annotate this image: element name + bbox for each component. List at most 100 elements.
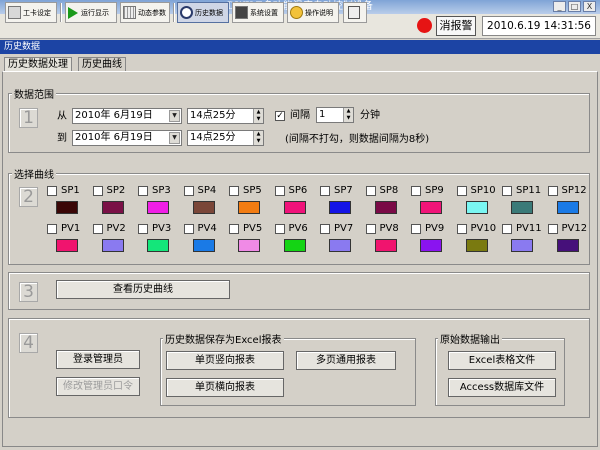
- close-button[interactable]: X: [583, 1, 596, 12]
- pv-checkbox[interactable]: [547, 224, 558, 234]
- sp-checkbox[interactable]: [320, 186, 330, 196]
- excel-file-button[interactable]: Excel表格文件: [448, 351, 556, 370]
- sp-color-swatch[interactable]: [374, 201, 397, 214]
- sp-color-swatch[interactable]: [147, 201, 169, 214]
- calculator-icon: [8, 6, 21, 19]
- pv-checkbox[interactable]: [411, 224, 421, 234]
- pv-checkbox[interactable]: [365, 224, 376, 234]
- chevron-down-icon[interactable]: ▼: [169, 110, 180, 122]
- multi-page-report-button[interactable]: 多页通用报表: [296, 351, 396, 370]
- maximize-button[interactable]: □: [568, 1, 581, 12]
- print-button[interactable]: [343, 2, 367, 23]
- pv-color-swatch[interactable]: [101, 239, 124, 252]
- pv-checkbox[interactable]: [229, 224, 239, 234]
- sp-color-swatch[interactable]: [511, 201, 533, 214]
- view-history-curve-button[interactable]: 查看历史曲线: [56, 280, 230, 299]
- pv-color-swatch[interactable]: [511, 239, 533, 252]
- clear-alarm-button[interactable]: 消报警: [436, 16, 476, 36]
- pv-label: PV6: [288, 223, 308, 234]
- pv-color-swatch[interactable]: [147, 239, 169, 252]
- pv-label: PV5: [243, 223, 263, 234]
- toolbar-card-settings-button[interactable]: 工卡设定: [5, 2, 57, 23]
- step-number-4: 4: [19, 333, 38, 353]
- sp-label: SP6: [288, 185, 308, 196]
- single-page-horizontal-button[interactable]: 单页横向报表: [166, 378, 284, 397]
- step-number-3: 3: [19, 282, 38, 302]
- sp-checkbox[interactable]: [456, 186, 467, 196]
- interval-spinner[interactable]: 1 ▲ ▼: [316, 107, 354, 123]
- sp-color-swatch[interactable]: [283, 201, 306, 214]
- pv-label: PV12: [561, 223, 588, 234]
- sp-label: SP9: [425, 185, 444, 196]
- time-spinner-icon[interactable]: ▲ ▼: [253, 109, 263, 123]
- sp-label: SP12: [561, 185, 587, 196]
- pv-checkbox[interactable]: [47, 224, 57, 234]
- toolbar-label: 系统设置: [250, 8, 278, 17]
- pv-color-swatch[interactable]: [329, 239, 351, 252]
- sp-checkbox[interactable]: [547, 186, 558, 196]
- time-spinner-icon[interactable]: ▲ ▼: [253, 131, 263, 145]
- help-icon: [290, 6, 303, 19]
- toolbar-system-settings-button[interactable]: 系统设置: [232, 2, 284, 23]
- change-admin-password-button[interactable]: 修改管理员口令: [56, 377, 140, 396]
- minimize-button[interactable]: _: [553, 1, 566, 12]
- interval-checkbox[interactable]: ✓: [275, 111, 285, 121]
- sp-checkbox[interactable]: [138, 186, 148, 196]
- interval-note: (间隔不打勾，则数据间隔为8秒): [285, 134, 430, 145]
- chevron-down-icon[interactable]: ▼: [169, 132, 180, 144]
- sp-checkbox[interactable]: [92, 186, 103, 196]
- pv-color-swatch[interactable]: [192, 239, 215, 252]
- toolbar-run-display-button[interactable]: 运行显示: [65, 2, 117, 23]
- interval-label: 间隔: [290, 110, 310, 121]
- login-admin-button[interactable]: 登录管理员: [56, 350, 140, 369]
- sp-checkbox[interactable]: [411, 186, 421, 196]
- sp-checkbox[interactable]: [502, 186, 512, 196]
- sp-color-swatch[interactable]: [420, 201, 442, 214]
- from-date-picker[interactable]: 2010年 6月19日 ▼: [72, 108, 182, 124]
- pv-color-swatch[interactable]: [238, 239, 260, 252]
- sp-color-swatch[interactable]: [56, 201, 78, 214]
- pv-color-swatch[interactable]: [556, 239, 579, 252]
- sp-color-swatch[interactable]: [329, 201, 351, 214]
- pv-checkbox[interactable]: [274, 224, 285, 234]
- pv-color-swatch[interactable]: [465, 239, 488, 252]
- sp-checkbox[interactable]: [365, 186, 376, 196]
- sp-color-swatch[interactable]: [192, 201, 215, 214]
- single-page-vertical-button[interactable]: 单页竖向报表: [166, 351, 284, 370]
- pv-color-swatch[interactable]: [283, 239, 306, 252]
- pv-checkbox[interactable]: [138, 224, 148, 234]
- sp-checkbox[interactable]: [229, 186, 239, 196]
- sp-color-swatch[interactable]: [101, 201, 124, 214]
- play-icon: [68, 6, 78, 19]
- dialog-title: 历史数据: [0, 40, 600, 54]
- pv-color-swatch[interactable]: [420, 239, 442, 252]
- sp-color-swatch[interactable]: [556, 201, 579, 214]
- sp-label: SP5: [243, 185, 262, 196]
- sp-color-swatch[interactable]: [465, 201, 488, 214]
- pv-color-swatch[interactable]: [374, 239, 397, 252]
- tools-icon: [235, 6, 248, 19]
- pv-checkbox[interactable]: [320, 224, 330, 234]
- toolbar-help-button[interactable]: 操作说明: [287, 2, 339, 23]
- tab-history-curve[interactable]: 历史曲线: [78, 57, 126, 71]
- toolbar-dynamic-params-button[interactable]: 动态参数: [120, 2, 170, 23]
- sp-checkbox[interactable]: [47, 186, 57, 196]
- toolbar-label: 运行显示: [81, 8, 109, 17]
- pv-checkbox[interactable]: [502, 224, 512, 234]
- toolbar-history-data-button[interactable]: 历史数据: [177, 2, 229, 23]
- raw-data-legend: 原始数据输出: [438, 331, 502, 346]
- toolbar-label: 操作说明: [305, 8, 333, 17]
- sp-checkbox[interactable]: [183, 186, 194, 196]
- pv-color-swatch[interactable]: [56, 239, 78, 252]
- tab-history-processing[interactable]: 历史数据处理: [4, 57, 72, 71]
- access-file-button[interactable]: Access数据库文件: [448, 378, 556, 397]
- sp-color-swatch[interactable]: [238, 201, 260, 214]
- spinner-arrows-icon[interactable]: ▲ ▼: [343, 108, 353, 122]
- pv-checkbox[interactable]: [456, 224, 467, 234]
- to-time-picker[interactable]: 14点25分 ▲ ▼: [187, 130, 264, 146]
- from-time-picker[interactable]: 14点25分 ▲ ▼: [187, 108, 264, 124]
- to-date-picker[interactable]: 2010年 6月19日 ▼: [72, 130, 182, 146]
- sp-checkbox[interactable]: [274, 186, 285, 196]
- pv-checkbox[interactable]: [183, 224, 194, 234]
- pv-checkbox[interactable]: [92, 224, 103, 234]
